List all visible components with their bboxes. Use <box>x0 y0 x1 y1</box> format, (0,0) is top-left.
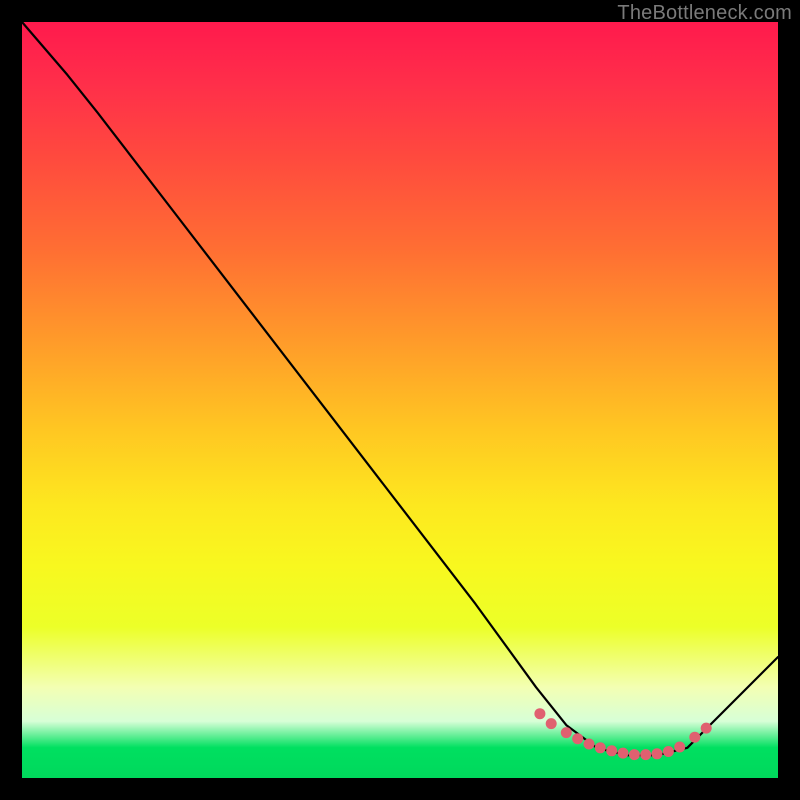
curve-path <box>22 22 778 755</box>
watermark-text: TheBottleneck.com <box>617 2 792 25</box>
line-layer <box>22 22 778 778</box>
marker-dot <box>584 739 595 750</box>
marker-dot <box>561 727 572 738</box>
marker-dot <box>663 746 674 757</box>
chart-frame: TheBottleneck.com <box>0 0 800 800</box>
marker-dot <box>534 708 545 719</box>
marker-dot <box>701 723 712 734</box>
marker-dot <box>572 733 583 744</box>
marker-group <box>534 708 711 760</box>
marker-dot <box>652 748 663 759</box>
marker-dot <box>606 745 617 756</box>
marker-dot <box>618 748 629 759</box>
plot-area <box>22 22 778 778</box>
marker-dot <box>629 749 640 760</box>
marker-dot <box>640 749 651 760</box>
marker-dot <box>595 742 606 753</box>
marker-dot <box>546 718 557 729</box>
marker-dot <box>689 732 700 743</box>
marker-dot <box>674 742 685 753</box>
